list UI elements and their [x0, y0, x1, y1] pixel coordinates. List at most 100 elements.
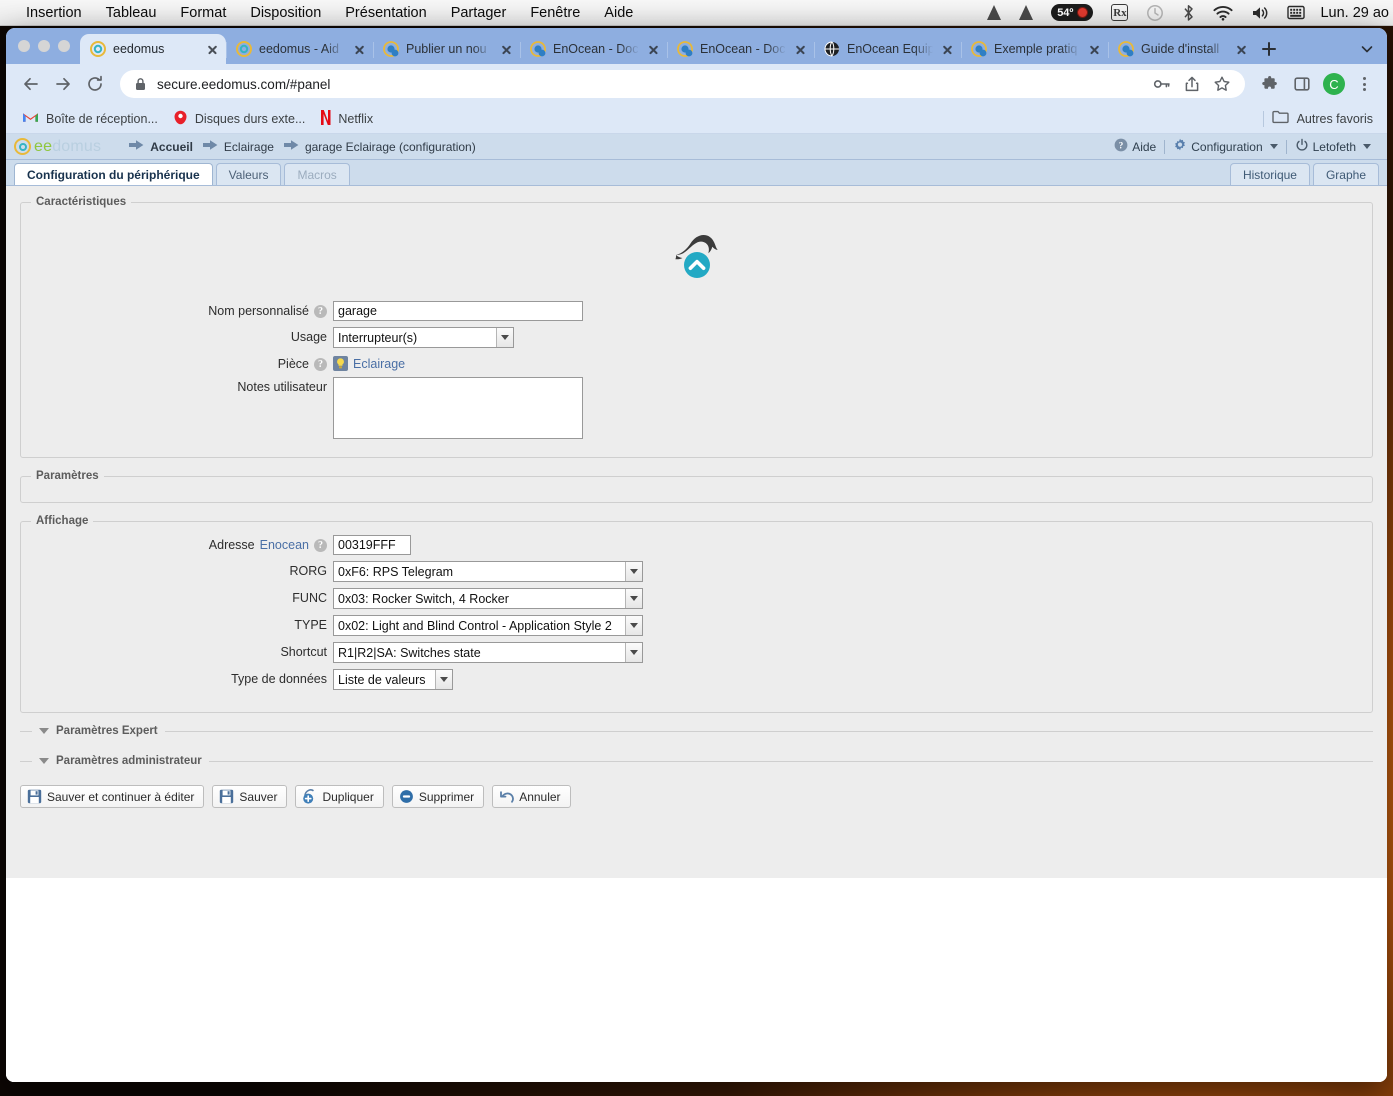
configuration-menu[interactable]: Configuration — [1165, 138, 1285, 155]
menu-item-fenetre[interactable]: Fenêtre — [518, 0, 592, 26]
nom-personnalise-label: Nom personnalisé — [208, 304, 309, 318]
piece-link[interactable]: Eclairage — [333, 354, 405, 371]
eedomus-logo[interactable]: eedomus — [14, 138, 101, 156]
close-tab-icon[interactable] — [499, 42, 514, 57]
bluetooth-icon[interactable] — [1173, 0, 1204, 26]
usage-select[interactable]: Interrupteur(s) — [333, 327, 514, 348]
help-icon[interactable]: ? — [314, 539, 327, 552]
adresse-enocean-input[interactable]: 00319FFF — [333, 535, 411, 555]
menu-item-insertion[interactable]: Insertion — [14, 0, 94, 26]
field-label: Adresse Enocean ? — [31, 535, 333, 552]
time-machine-icon[interactable] — [1137, 0, 1173, 26]
menu-item-format[interactable]: Format — [168, 0, 238, 26]
maximize-window-button[interactable] — [58, 40, 70, 52]
new-tab-button[interactable] — [1255, 34, 1283, 64]
type-de-donnees-select[interactable]: Liste de valeurs — [333, 669, 453, 690]
browser-tab[interactable]: Exemple pratiq — [961, 34, 1108, 64]
close-tab-icon[interactable] — [1087, 42, 1102, 57]
browser-tab[interactable]: Publier un nou — [373, 34, 520, 64]
forward-arrow-icon[interactable] — [48, 69, 78, 99]
menu-item-aide[interactable]: Aide — [592, 0, 645, 26]
menu-item-partager[interactable]: Partager — [439, 0, 519, 26]
func-select[interactable]: 0x03: Rocker Switch, 4 Rocker — [333, 588, 643, 609]
extensions-puzzle-icon[interactable] — [1255, 69, 1285, 99]
cancel-button[interactable]: Annuler — [492, 785, 570, 808]
browser-tab-strip: eedomus eedomus - Aid Publier un nou E — [6, 28, 1387, 64]
close-tab-icon[interactable] — [352, 42, 367, 57]
menu-item-disposition[interactable]: Disposition — [238, 0, 333, 26]
notes-utilisateur-textarea[interactable] — [333, 377, 583, 439]
bookmark-item[interactable]: Boîte de réception... — [16, 111, 167, 127]
window-controls[interactable] — [10, 28, 80, 64]
bookmark-item[interactable]: Netflix — [314, 110, 382, 128]
device-icon-wrapper[interactable] — [31, 208, 1362, 301]
share-icon[interactable] — [1177, 69, 1207, 99]
tab-configuration-du-peripherique[interactable]: Configuration du périphérique — [14, 163, 213, 185]
field-shortcut: Shortcut R1|R2|SA: Switches state — [31, 642, 1362, 663]
chevron-down-icon — [625, 589, 642, 608]
other-bookmarks-label[interactable]: Autres favoris — [1297, 112, 1373, 126]
menu-item-presentation[interactable]: Présentation — [333, 0, 438, 26]
minimize-window-button[interactable] — [38, 40, 50, 52]
tab-historique[interactable]: Historique — [1230, 163, 1310, 185]
wifi-icon[interactable] — [1204, 0, 1242, 26]
enocean-link[interactable]: Enocean — [260, 538, 309, 552]
menu-item-tableau[interactable]: Tableau — [94, 0, 169, 26]
breadcrumb-accueil[interactable]: Accueil — [129, 139, 193, 154]
close-tab-icon[interactable] — [793, 42, 808, 57]
menu-clock[interactable]: Lun. 29 ao — [1314, 5, 1389, 21]
back-arrow-icon[interactable] — [16, 69, 46, 99]
browser-tab[interactable]: Guide d'install — [1108, 34, 1255, 64]
field-label: Pièce ? — [31, 354, 333, 371]
kebab-menu-icon[interactable] — [1351, 70, 1377, 98]
keyboard-icon[interactable] — [1278, 0, 1314, 26]
tab-macros[interactable]: Macros — [284, 163, 349, 185]
rx-badge-icon[interactable]: Rx — [1102, 0, 1137, 26]
tab-valeurs[interactable]: Valeurs — [216, 163, 282, 185]
browser-tab[interactable]: eedomus - Aid — [226, 34, 373, 64]
record-pill-icon[interactable]: 54º — [1042, 0, 1102, 26]
rorg-select[interactable]: 0xF6: RPS Telegram — [333, 561, 643, 582]
browser-tab[interactable]: eedomus — [80, 34, 226, 64]
volume-icon[interactable] — [1242, 0, 1278, 26]
type-select[interactable]: 0x02: Light and Blind Control - Applicat… — [333, 615, 643, 636]
delete-button[interactable]: Supprimer — [392, 785, 484, 808]
save-and-continue-button[interactable]: Sauver et continuer à éditer — [20, 785, 204, 808]
nom-personnalise-input[interactable]: garage — [333, 301, 583, 321]
reload-icon[interactable] — [80, 69, 110, 99]
side-panel-icon[interactable] — [1287, 69, 1317, 99]
web-page: eedomus Accueil Eclairage garage Eclaira… — [6, 134, 1387, 1082]
close-tab-icon[interactable] — [205, 42, 220, 57]
tab-graphe[interactable]: Graphe — [1313, 163, 1379, 185]
star-icon[interactable] — [1207, 69, 1237, 99]
collapsible-parametres-expert[interactable]: Paramètres Expert — [20, 725, 1373, 737]
duplicate-button[interactable]: Dupliquer — [295, 785, 383, 808]
address-bar-url[interactable]: secure.eedomus.com/#panel — [157, 77, 330, 92]
arrow-right-icon — [203, 139, 218, 154]
close-tab-icon[interactable] — [1234, 42, 1249, 57]
avatar-initial: C — [1323, 73, 1345, 95]
svg-text:?: ? — [1119, 140, 1124, 150]
browser-tab[interactable]: EnOcean - Doc — [667, 34, 814, 64]
bookmark-item[interactable]: Disques durs exte... — [167, 110, 314, 128]
close-tab-icon[interactable] — [940, 42, 955, 57]
breadcrumb-eclairage[interactable]: Eclairage — [203, 139, 274, 154]
address-bar[interactable]: secure.eedomus.com/#panel — [120, 70, 1245, 98]
help-icon[interactable]: ? — [314, 358, 327, 371]
vlc-cone-icon[interactable] — [1010, 0, 1042, 26]
close-tab-icon[interactable] — [646, 42, 661, 57]
close-window-button[interactable] — [18, 40, 30, 52]
key-icon[interactable] — [1147, 69, 1177, 99]
profile-avatar[interactable]: C — [1319, 69, 1349, 99]
vlc-cone-icon[interactable] — [978, 0, 1010, 26]
save-button[interactable]: Sauver — [212, 785, 287, 808]
collapsible-parametres-administrateur[interactable]: Paramètres administrateur — [20, 755, 1373, 767]
user-menu[interactable]: Letofeth — [1287, 138, 1379, 155]
help-button[interactable]: ? Aide — [1106, 138, 1164, 155]
bookmark-label: Netflix — [338, 112, 373, 126]
help-icon[interactable]: ? — [314, 305, 327, 318]
tab-search-chevron-icon[interactable] — [1347, 34, 1387, 64]
shortcut-select[interactable]: R1|R2|SA: Switches state — [333, 642, 643, 663]
browser-tab[interactable]: EnOcean - Doc — [520, 34, 667, 64]
browser-tab[interactable]: EnOcean Equip — [814, 34, 961, 64]
